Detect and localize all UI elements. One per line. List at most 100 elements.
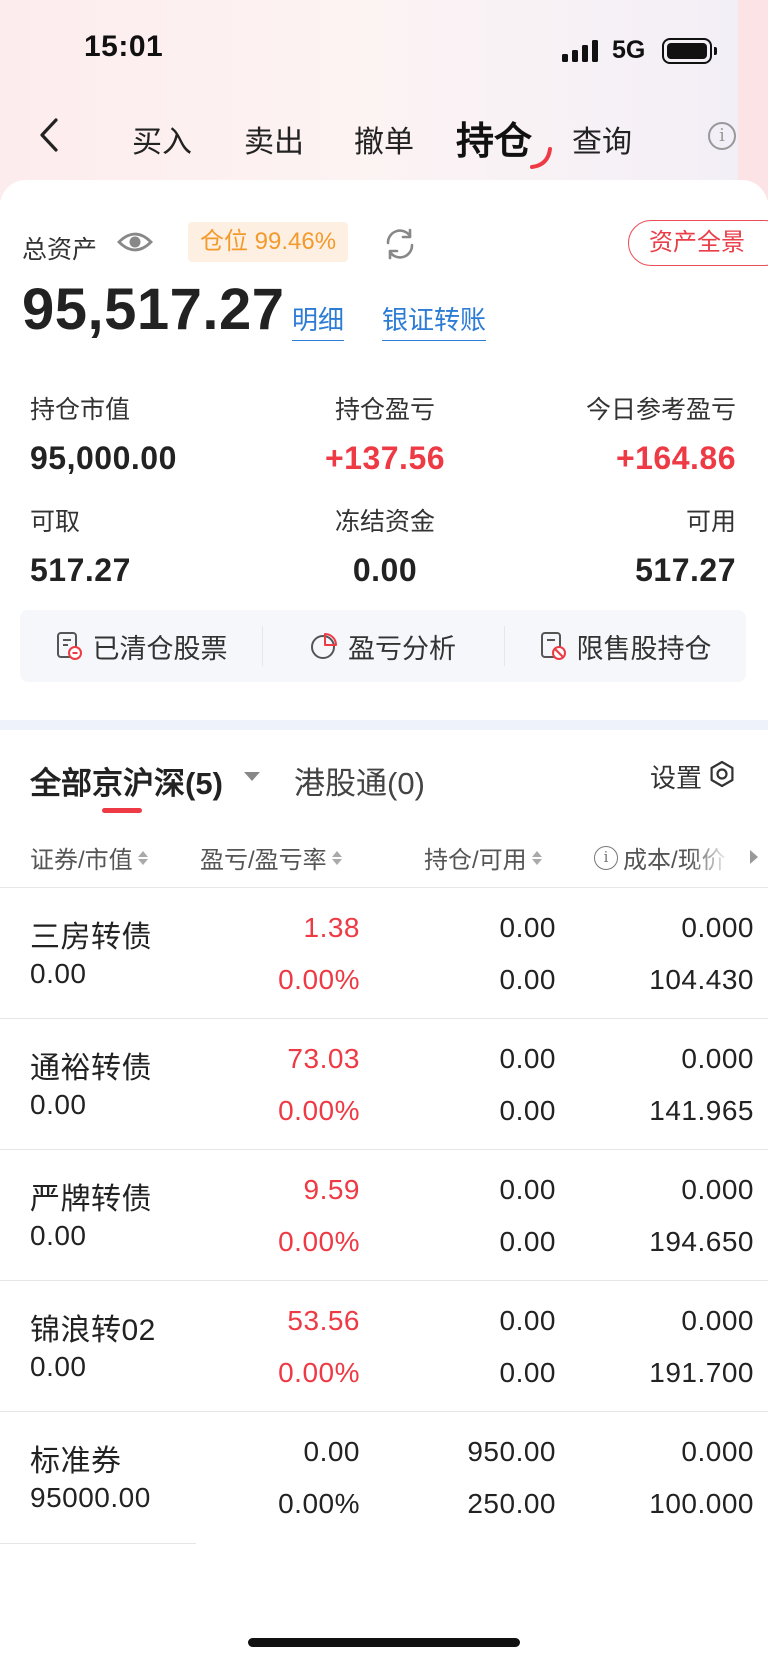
market-value-stat: 持仓市值 95,000.00 (30, 390, 177, 477)
sort-icon (531, 850, 542, 865)
total-assets-label: 总资产 (22, 236, 98, 264)
pie-chart-icon (311, 633, 337, 659)
security-available: 250.00 (467, 1488, 556, 1519)
table-row[interactable]: 通裕转债 0.00 73.03 0.00% 0.00 0.00 0.000 14… (0, 1019, 768, 1150)
security-price: 141.965 (649, 1095, 754, 1126)
position-pl-value: +137.56 (324, 440, 446, 476)
position-ratio-badge: 仓位 99.46% (188, 222, 349, 262)
col-holding-header[interactable]: 持仓/可用 (424, 840, 542, 875)
eye-icon[interactable] (116, 228, 154, 256)
table-row[interactable]: 标准券 95000.00 0.00 0.00% 950.00 250.00 0.… (0, 1412, 768, 1543)
active-tab-indicator (530, 147, 553, 169)
tab-sell[interactable]: 卖出 (244, 117, 304, 161)
security-pl-rate: 0.00% (278, 1226, 360, 1257)
security-cost: 0.000 (681, 912, 754, 943)
trade-nav-bar: 买入 卖出 撤单 持仓 查询 i (0, 100, 768, 180)
security-holding: 0.00 (499, 912, 556, 943)
total-assets-value: 95,517.27 (22, 277, 285, 342)
frozen-funds-value: 0.00 (352, 552, 418, 588)
cleared-stocks-button[interactable]: 已清仓股票 (20, 610, 262, 682)
cleared-stocks-label: 已清仓股票 (92, 633, 228, 664)
info-icon[interactable]: i (708, 122, 736, 150)
table-row[interactable]: 三房转债 0.00 1.38 0.00% 0.00 0.00 0.000 104… (0, 888, 768, 1019)
security-holding: 0.00 (499, 1174, 556, 1205)
security-cost: 0.000 (681, 1305, 754, 1336)
tab-query[interactable]: 查询 (572, 117, 632, 161)
security-available: 0.00 (499, 1357, 556, 1388)
signal-icon (562, 40, 598, 62)
tab-all-a-shares-label: 全部京沪深(5) (30, 766, 223, 801)
security-available: 0.00 (499, 964, 556, 995)
security-pl: 9.59 (303, 1174, 360, 1205)
refresh-icon[interactable] (382, 226, 418, 262)
today-pl-value: +164.86 (615, 440, 736, 476)
security-pl-rate: 0.00% (278, 1095, 360, 1126)
tab-buy[interactable]: 买入 (132, 117, 192, 161)
active-filter-underline (102, 808, 142, 813)
header-fade (690, 830, 740, 886)
security-price: 104.430 (649, 964, 754, 995)
security-holding: 0.00 (499, 1043, 556, 1074)
security-market-value: 0.00 (30, 1089, 87, 1120)
settings-link[interactable]: 设置 (650, 758, 702, 795)
scroll-right-arrow-icon[interactable] (750, 850, 758, 864)
tab-all-a-shares[interactable]: 全部京沪深(5) (30, 758, 223, 813)
back-button[interactable] (36, 116, 66, 156)
tab-cancel-order[interactable]: 撤单 (354, 117, 414, 161)
security-price: 191.700 (649, 1357, 754, 1388)
position-pl-stat: 持仓盈亏 +137.56 (300, 390, 470, 477)
security-pl: 73.03 (287, 1043, 360, 1074)
frozen-funds-stat: 冻结资金 0.00 (300, 502, 470, 589)
caret-down-icon[interactable] (244, 772, 260, 781)
today-pl-label: 今日参考盈亏 (585, 396, 736, 424)
table-row[interactable]: 严牌转债 0.00 9.59 0.00% 0.00 0.00 0.000 194… (0, 1150, 768, 1281)
security-market-value: 0.00 (30, 1351, 87, 1382)
security-name: 标准券 (30, 1445, 122, 1478)
asset-summary-card: 总资产 仓位 99.46% 资产全景 95,517.27 明细 银证转账 持仓市… (0, 180, 768, 720)
cleared-doc-icon (56, 632, 82, 660)
detail-link[interactable]: 明细 (292, 300, 345, 341)
frozen-funds-label: 冻结资金 (334, 508, 435, 536)
position-pl-label: 持仓盈亏 (334, 396, 435, 424)
security-cost: 0.000 (681, 1174, 754, 1205)
security-market-value: 95000.00 (30, 1482, 151, 1513)
security-available: 0.00 (499, 1095, 556, 1126)
security-name: 三房转债 (30, 921, 152, 954)
gear-icon[interactable] (708, 760, 736, 788)
asset-overview-button[interactable]: 资产全景 (628, 220, 768, 266)
available-stat: 可用 517.27 (635, 502, 736, 589)
section-divider (0, 720, 768, 730)
restricted-shares-button[interactable]: 限售股持仓 (504, 610, 746, 682)
available-value: 517.27 (635, 552, 736, 588)
security-pl-rate: 0.00% (278, 1488, 360, 1519)
col-security-label: 证券/市值 (30, 847, 133, 874)
quick-actions-bar: 已清仓股票 盈亏分析 限售股持仓 (20, 610, 746, 682)
status-time: 15:01 (84, 30, 164, 63)
security-price: 194.650 (649, 1226, 754, 1257)
bank-transfer-link[interactable]: 银证转账 (382, 300, 487, 341)
pl-analysis-button[interactable]: 盈亏分析 (262, 610, 504, 682)
security-name: 锦浪转02 (30, 1314, 156, 1347)
status-bar: 15:01 5G (0, 0, 768, 100)
security-market-value: 0.00 (30, 958, 87, 989)
pl-analysis-label: 盈亏分析 (348, 633, 456, 664)
tab-hk-connect[interactable]: 港股通(0) (294, 758, 425, 803)
battery-icon (662, 38, 717, 64)
table-row[interactable]: 锦浪转02 0.00 53.56 0.00% 0.00 0.00 0.000 1… (0, 1281, 768, 1412)
col-security-header[interactable]: 证券/市值 (30, 840, 148, 875)
security-available: 0.00 (499, 1226, 556, 1257)
restricted-shares-label: 限售股持仓 (576, 633, 712, 664)
sort-icon (331, 850, 342, 865)
tab-positions[interactable]: 持仓 (456, 110, 553, 169)
info-icon[interactable]: i (594, 845, 618, 870)
home-indicator[interactable] (248, 1638, 520, 1647)
security-market-value: 0.00 (30, 1220, 87, 1251)
col-pl-header[interactable]: 盈亏/盈亏率 (200, 840, 342, 875)
security-price: 100.000 (649, 1488, 754, 1519)
withdrawable-label: 可取 (30, 508, 81, 536)
row-divider (0, 1543, 196, 1544)
sort-icon (137, 850, 148, 865)
market-value: 95,000.00 (30, 440, 177, 476)
security-holding: 950.00 (467, 1436, 556, 1467)
security-pl: 53.56 (287, 1305, 360, 1336)
